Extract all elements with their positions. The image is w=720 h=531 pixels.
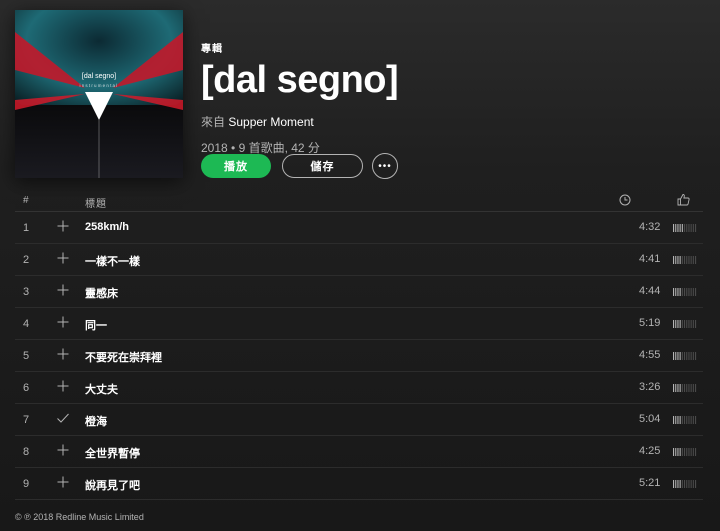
track-duration: 4:25 (639, 445, 661, 457)
clock-icon[interactable] (619, 194, 631, 209)
artist-line: 來自 Supper Moment (201, 113, 398, 130)
track-title[interactable]: 一樣不一樣 (85, 253, 140, 269)
track-duration: 3:26 (639, 381, 661, 393)
track-number: 8 (23, 446, 30, 458)
track-number: 5 (23, 350, 30, 362)
add-icon[interactable] (55, 474, 71, 490)
popularity-meter (673, 447, 697, 456)
check-icon[interactable] (55, 410, 71, 426)
album-cover[interactable]: [dal segno] instrumental (15, 10, 183, 178)
track-number: 1 (23, 222, 30, 234)
copyright-text: © ℗ 2018 Redline Music Limited (15, 512, 144, 522)
track-row[interactable]: 3 靈感床 4:44 (15, 276, 703, 308)
track-number: 6 (23, 382, 30, 394)
track-number: 3 (23, 286, 30, 298)
artist-link[interactable]: Supper Moment (228, 115, 313, 129)
track-duration: 4:41 (639, 253, 661, 265)
track-title[interactable]: 說再見了吧 (85, 477, 140, 493)
track-duration: 4:44 (639, 285, 661, 297)
track-title[interactable]: 靈感床 (85, 285, 118, 301)
add-icon[interactable] (55, 218, 71, 234)
popularity-meter (673, 351, 697, 360)
add-icon[interactable] (55, 282, 71, 298)
popularity-meter (673, 255, 697, 264)
track-duration: 4:32 (639, 221, 661, 233)
track-row[interactable]: 7 橙海 5:04 (15, 404, 703, 436)
popularity-meter (673, 319, 697, 328)
add-icon[interactable] (55, 314, 71, 330)
album-header: [dal segno] instrumental 專輯 [dal segno] … (0, 0, 720, 190)
header-title[interactable]: 標題 (85, 195, 107, 210)
track-number: 7 (23, 414, 30, 426)
album-actions: 播放 儲存 ••• (201, 153, 398, 179)
play-button[interactable]: 播放 (201, 154, 271, 178)
album-meta: 專輯 [dal segno] 來自 Supper Moment 2018 • 9… (201, 40, 399, 156)
track-row[interactable]: 8 全世界暫停 4:25 (15, 436, 703, 468)
track-title[interactable]: 全世界暫停 (85, 445, 140, 461)
cover-title-text: [dal segno] (82, 73, 116, 80)
add-icon[interactable] (55, 346, 71, 362)
header-number: # (23, 195, 29, 206)
track-duration: 5:19 (639, 317, 661, 329)
track-number: 2 (23, 254, 30, 266)
album-type-label: 專輯 (201, 44, 223, 55)
save-button[interactable]: 儲存 (282, 154, 363, 178)
add-icon[interactable] (55, 250, 71, 266)
track-row[interactable]: 2 一樣不一樣 4:41 (15, 244, 703, 276)
more-options-button[interactable]: ••• (372, 153, 398, 179)
track-duration: 4:55 (639, 349, 661, 361)
popularity-meter (673, 383, 697, 392)
popularity-meter (673, 287, 697, 296)
track-title[interactable]: 大丈夫 (85, 381, 118, 397)
track-row[interactable]: 6 大丈夫 3:26 (15, 372, 703, 404)
track-title[interactable]: 不要死在崇拜裡 (85, 349, 162, 365)
by-prefix: 來自 (201, 115, 226, 129)
track-title[interactable]: 同一 (85, 317, 107, 333)
track-row[interactable]: 5 不要死在崇拜裡 4:55 (15, 340, 703, 372)
add-icon[interactable] (55, 378, 71, 394)
track-number: 4 (23, 318, 30, 330)
cover-subtitle-text: instrumental (80, 83, 119, 88)
track-title[interactable]: 橙海 (85, 413, 107, 429)
track-duration: 5:04 (639, 413, 661, 425)
track-row[interactable]: 4 同一 5:19 (15, 308, 703, 340)
tracklist-header: # 標題 (15, 191, 703, 212)
track-number: 9 (23, 478, 30, 490)
popularity-meter (673, 479, 697, 488)
track-row[interactable]: 9 說再見了吧 5:21 (15, 468, 703, 500)
add-icon[interactable] (55, 442, 71, 458)
popularity-meter (673, 415, 697, 424)
thumbs-up-icon[interactable] (677, 193, 690, 209)
track-row[interactable]: 1 258km/h 4:32 (15, 212, 703, 244)
track-list: 1 258km/h 4:32 2 一樣不一樣 4:41 3 靈感床 4:44 4 同一 5:19 5 不要… (15, 212, 703, 500)
track-title[interactable]: 258km/h (85, 221, 129, 233)
popularity-meter (673, 223, 697, 232)
album-title: [dal segno] (201, 59, 399, 101)
track-duration: 5:21 (639, 477, 661, 489)
